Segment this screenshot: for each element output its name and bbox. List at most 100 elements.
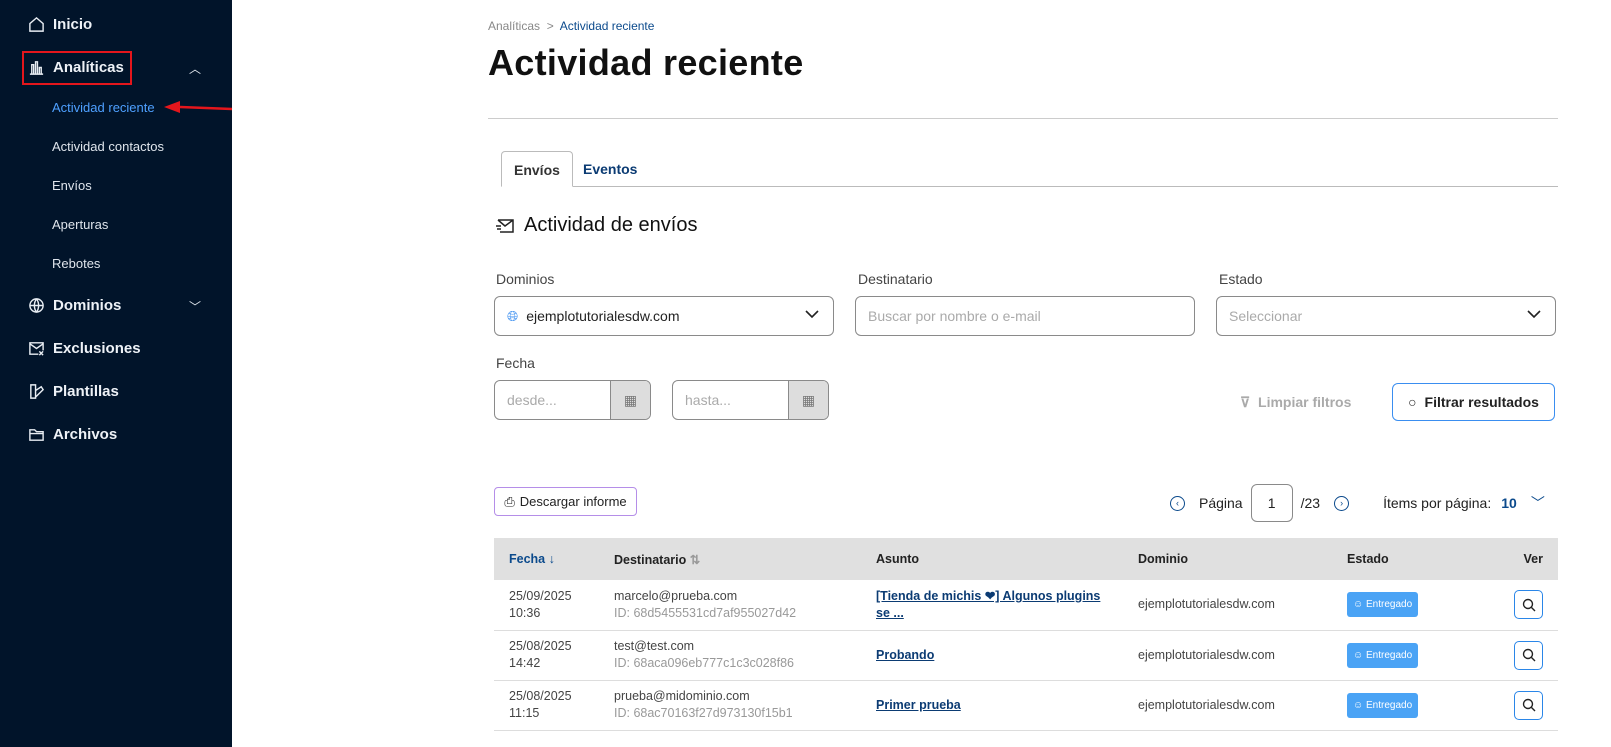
email: prueba@midominio.com	[614, 689, 750, 703]
annotation-arrow-icon	[164, 101, 233, 113]
status-cell: ☺ Entregado	[1332, 580, 1482, 631]
sidebar-sub-actividad-contactos[interactable]: Actividad contactos	[52, 139, 164, 154]
estado-label: Estado	[1219, 271, 1263, 287]
next-page-icon[interactable]: ›	[1334, 495, 1350, 511]
sidebar-item-archivos[interactable]: Archivos	[28, 426, 117, 443]
subject-link[interactable]: Primer prueba	[876, 698, 961, 712]
view-button[interactable]	[1514, 690, 1543, 720]
desde-date-input[interactable]: desde... ▦	[494, 380, 651, 420]
label: Inicio	[53, 16, 93, 33]
subject-link[interactable]: Probando	[876, 648, 934, 662]
label: Exclusiones	[53, 340, 141, 357]
col-ver: Ver	[1482, 538, 1558, 580]
sidebar-item-dominios[interactable]: Dominios	[28, 297, 121, 314]
sidebar-sub-envios[interactable]: Envíos	[52, 178, 92, 193]
time: 10:36	[509, 605, 541, 620]
tab-eventos[interactable]: Eventos	[571, 151, 649, 187]
chevron-up-icon[interactable]: ︿	[189, 60, 201, 77]
desde-placeholder: desde...	[507, 392, 557, 408]
status-text: Entregado	[1366, 599, 1413, 611]
table-row: 25/08/2025 14:42 test@test.com ID: 68aca09…	[494, 630, 1558, 681]
view-cell	[1482, 680, 1558, 731]
email: marcelo@prueba.com	[614, 588, 738, 603]
label: Plantillas	[53, 383, 119, 400]
label: Archivos	[53, 426, 118, 443]
label: Analíticas	[53, 59, 124, 76]
hasta-date-input[interactable]: hasta... ▦	[672, 380, 829, 420]
sidebar-item-exclusiones[interactable]: Exclusiones	[28, 340, 141, 357]
filter-results-button[interactable]: ○ Filtrar resultados	[1392, 383, 1555, 421]
globe-icon: 🌐︎	[507, 307, 519, 324]
chevron-down-icon[interactable]: ﹀	[189, 298, 201, 315]
page-total: /23	[1300, 495, 1321, 511]
calendar-icon[interactable]: ▦	[788, 381, 828, 419]
section-title: Actividad de envíos	[524, 214, 698, 236]
col-fecha[interactable]: Fecha ↓	[494, 538, 599, 580]
tab-envios[interactable]: Envíos	[501, 151, 573, 187]
search-icon	[1522, 598, 1535, 612]
sidebar-sub-aperturas[interactable]: Aperturas	[52, 217, 108, 232]
bar-chart-icon	[29, 61, 44, 75]
status-text: Entregado	[1366, 699, 1413, 711]
time: 11:15	[509, 706, 540, 720]
search-icon	[1522, 698, 1535, 712]
status-cell: ☺ Entregado	[1332, 630, 1482, 681]
estado-select[interactable]: Seleccionar	[1216, 296, 1556, 336]
status-cell: ☺ Entregado	[1332, 680, 1482, 731]
subject-cell: Primer prueba	[861, 680, 1123, 731]
view-button[interactable]	[1514, 590, 1543, 620]
label: Dominios	[53, 297, 122, 314]
home-icon	[29, 16, 44, 32]
chevron-down-icon	[1527, 310, 1541, 319]
sidebar-item-plantillas[interactable]: Plantillas	[28, 383, 119, 400]
dominios-select[interactable]: 🌐︎ ejemplotutorialesdw.com	[494, 296, 834, 336]
domain-cell: ejemplotutorialesdw.com	[1123, 580, 1332, 631]
recipient-cell: test@test.com ID: 68aca096eb777c1c3c028f8…	[599, 630, 861, 681]
subject-cell: Probando	[861, 630, 1123, 681]
date-cell: 25/08/2025 14:42	[494, 630, 599, 681]
sidebar-sub-actividad-reciente[interactable]: Actividad reciente	[52, 100, 155, 115]
page-input[interactable]: 1	[1250, 484, 1293, 522]
filter-off-icon: ⊽	[1240, 394, 1251, 410]
status-badge: ☺ Entregado	[1347, 592, 1419, 618]
date-cell: 25/09/2025 10:36	[494, 580, 599, 631]
col-estado: Estado	[1332, 538, 1482, 580]
mail-x-icon	[29, 342, 44, 356]
date: 25/08/2025	[509, 639, 572, 653]
email: test@test.com	[614, 639, 695, 653]
search-icon: ○	[1408, 394, 1417, 410]
download-report-button[interactable]: ⎙ Descargar informe	[494, 487, 637, 516]
prev-page-icon[interactable]: ‹	[1170, 495, 1185, 511]
search-icon	[1522, 648, 1535, 662]
filter-label: Filtrar resultados	[1424, 394, 1539, 410]
subject-link[interactable]: [Tienda de michis ❤] Algunos plugins se …	[876, 589, 1100, 620]
sidebar-sub-rebotes[interactable]: Rebotes	[52, 256, 100, 271]
view-cell	[1482, 580, 1558, 631]
message-id: ID: 68ac70163f27d973130f15b1	[614, 706, 793, 720]
page-label: Página	[1199, 495, 1243, 511]
chevron-down-icon: ﹀	[1530, 495, 1545, 511]
clear-filters-button[interactable]: ⊽ Limpiar filtros	[1240, 394, 1351, 411]
view-button[interactable]	[1514, 640, 1543, 670]
table-row: 25/09/2025 10:36 marcelo@prueba.com ID: 68…	[494, 580, 1558, 631]
items-per-page[interactable]: Ítems por página: 10 ﹀	[1383, 493, 1545, 513]
destinatario-label: Destinatario	[858, 271, 933, 287]
estado-placeholder: Seleccionar	[1229, 308, 1303, 324]
tabs: Envíos Eventos	[501, 151, 1558, 187]
time: 14:42	[509, 656, 541, 670]
breadcrumb-parent[interactable]: Analíticas	[488, 19, 540, 33]
per-page-value: 10	[1501, 495, 1517, 511]
sidebar-item-analiticas[interactable]: Analíticas	[28, 59, 124, 76]
clear-label: Limpiar filtros	[1258, 394, 1352, 410]
col-destinatario[interactable]: Destinatario ⇅	[599, 538, 861, 580]
fecha-label: Fecha	[496, 355, 535, 371]
globe-icon	[29, 298, 44, 313]
sidebar-item-inicio[interactable]: Inicio	[28, 16, 92, 33]
domain-cell: ejemplotutorialesdw.com	[1123, 630, 1332, 681]
domain-cell: ejemplotutorialesdw.com	[1123, 680, 1332, 731]
calendar-icon[interactable]: ▦	[610, 381, 650, 419]
destinatario-input[interactable]: Buscar por nombre o e-mail	[855, 296, 1195, 336]
chevron-down-icon	[805, 310, 819, 319]
view-cell	[1482, 630, 1558, 681]
message-id: ID: 68aca096eb777c1c3c028f86	[614, 656, 795, 670]
